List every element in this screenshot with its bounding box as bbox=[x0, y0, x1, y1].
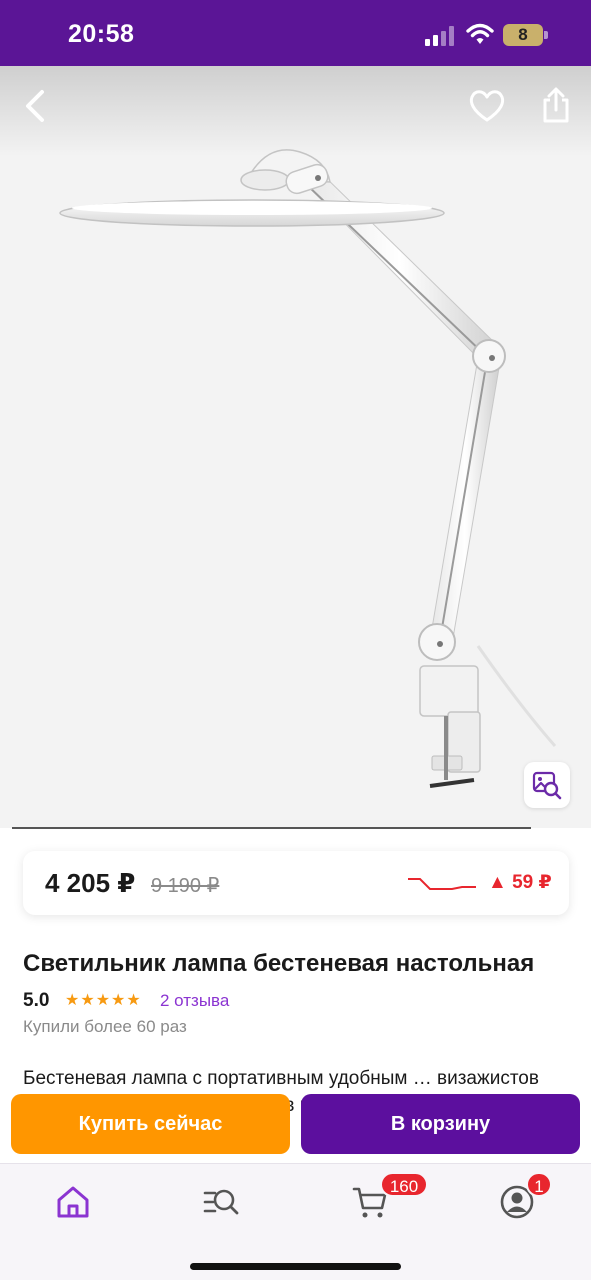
catalog-search-icon bbox=[203, 1189, 239, 1215]
image-search-button[interactable] bbox=[524, 762, 570, 808]
home-icon bbox=[57, 1186, 89, 1218]
status-time: 20:58 bbox=[68, 20, 135, 48]
home-indicator bbox=[190, 1263, 401, 1270]
product-page: 20:58 8 4 205 ₽ 9 190 ₽ ▲ 59 ₽ Светильни… bbox=[0, 0, 591, 1280]
add-to-cart-button[interactable]: В корзину bbox=[301, 1094, 580, 1154]
rating-stars: ★★★★★ bbox=[65, 992, 142, 1009]
image-search-icon bbox=[532, 771, 562, 800]
profile-notification-badge: 1 bbox=[526, 1172, 552, 1197]
favorite-heart-icon[interactable] bbox=[468, 88, 506, 124]
purchase-count: Купили более 60 раз bbox=[23, 1017, 187, 1036]
price-history-sparkline bbox=[408, 878, 476, 890]
rating-value: 5.0 bbox=[23, 990, 50, 1011]
back-chevron-icon[interactable] bbox=[20, 88, 52, 124]
old-price: 9 190 ₽ bbox=[151, 875, 220, 897]
battery-icon: 8 bbox=[503, 24, 549, 46]
product-image-gallery[interactable] bbox=[0, 66, 591, 828]
tab-catalog[interactable] bbox=[203, 1184, 239, 1220]
image-divider bbox=[12, 827, 531, 829]
buy-now-button[interactable]: Купить сейчас bbox=[11, 1094, 290, 1154]
battery-level: 8 bbox=[518, 25, 528, 44]
share-icon[interactable] bbox=[539, 86, 573, 124]
wifi-icon bbox=[466, 23, 494, 44]
price-card[interactable]: 4 205 ₽ 9 190 ₽ ▲ 59 ₽ bbox=[23, 851, 569, 915]
tab-home[interactable] bbox=[55, 1184, 91, 1220]
status-bar: 20:58 8 bbox=[0, 0, 591, 66]
reviews-link[interactable]: 2 отзыва bbox=[160, 991, 229, 1011]
current-price: 4 205 ₽ bbox=[45, 868, 136, 898]
cellular-signal-icon bbox=[425, 26, 454, 46]
product-photo bbox=[59, 149, 557, 788]
product-title: Светильник лампа бестеневая настольная bbox=[23, 950, 535, 977]
price-change: ▲ 59 ₽ bbox=[488, 872, 552, 893]
cart-count-badge: 160 bbox=[380, 1172, 428, 1197]
